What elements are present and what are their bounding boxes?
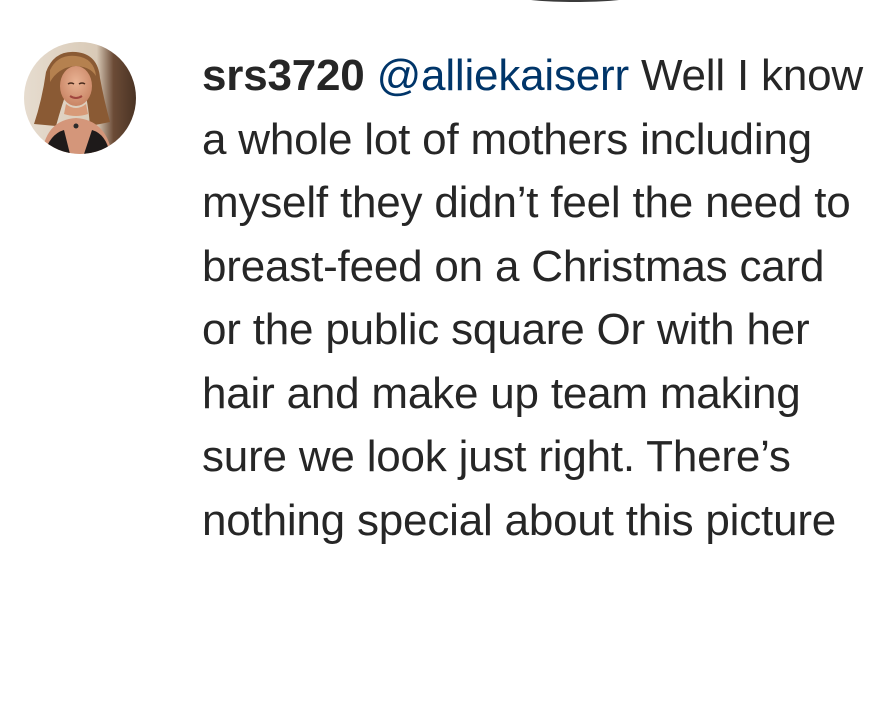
comment-username[interactable]: srs3720 [202,51,365,100]
comment-item: srs3720 @alliekaiserr Well I know a whol… [0,0,896,724]
avatar[interactable] [24,42,136,154]
avatar-photo-icon [24,42,136,154]
comment-mention-link[interactable]: @alliekaiserr [377,51,630,100]
comment-body: srs3720 @alliekaiserr Well I know a whol… [202,44,868,552]
comment-text: Well I know a whole lot of mothers inclu… [202,51,863,545]
previous-item-edge [520,0,630,2]
